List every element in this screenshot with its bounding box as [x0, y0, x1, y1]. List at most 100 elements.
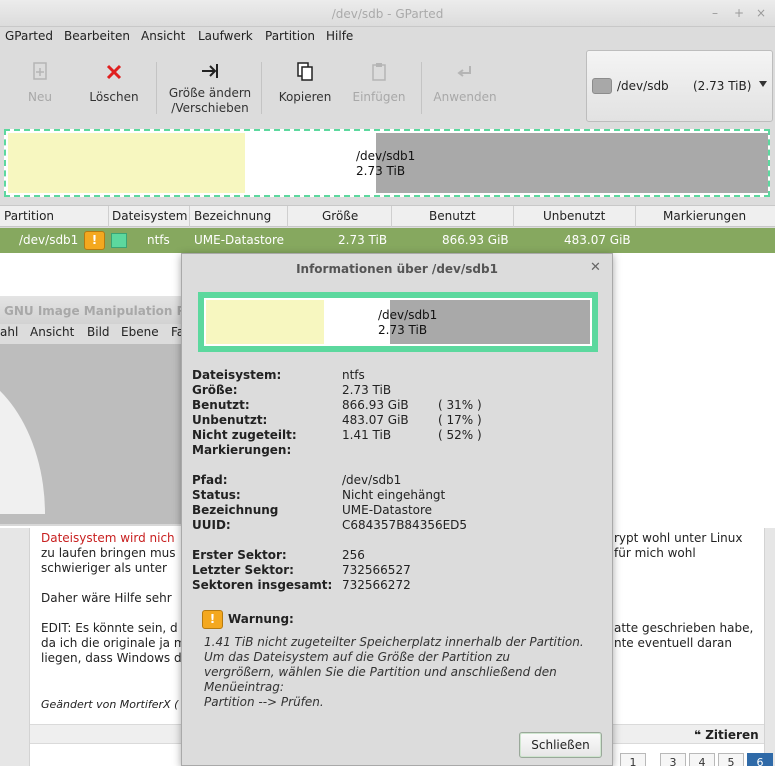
- resize-label-line2: /Verschieben: [171, 101, 249, 115]
- forum-left-margin: [0, 528, 30, 766]
- col-size[interactable]: Größe: [322, 209, 358, 223]
- new-button[interactable]: Neu: [10, 56, 70, 120]
- minimize-icon[interactable]: –: [712, 6, 718, 20]
- forum-text-line: für mich wohl: [614, 546, 696, 560]
- col-divider: [391, 206, 392, 227]
- maximize-icon[interactable]: +: [734, 6, 744, 20]
- delete-button[interactable]: Löschen: [84, 56, 144, 120]
- close-window-icon[interactable]: ×: [756, 6, 766, 20]
- copy-icon: [272, 62, 338, 84]
- copy-label: Kopieren: [278, 90, 332, 104]
- chevron-down-icon: [759, 81, 767, 87]
- page-link-1[interactable]: 1: [620, 753, 646, 766]
- disk-map-unallocated: [376, 133, 768, 193]
- copy-button[interactable]: Kopieren: [272, 56, 338, 120]
- forum-text-line: rypt wohl unter Linux: [614, 531, 743, 545]
- toolbar-separator: [261, 62, 262, 114]
- gimp-window-title: GNU Image Manipulation P: [0, 296, 200, 324]
- page-link-5[interactable]: 5: [718, 753, 744, 766]
- menu-hilfe[interactable]: Hilfe: [326, 29, 353, 43]
- device-selector[interactable]: /dev/sdb (2.73 TiB): [586, 50, 773, 122]
- forum-text-line: da ich die originale ja m: [41, 636, 186, 650]
- quote-button[interactable]: ❝ Zitieren: [694, 728, 759, 742]
- col-partition[interactable]: Partition: [4, 209, 54, 223]
- paste-button[interactable]: Einfügen: [346, 56, 412, 120]
- forum-text-line: atte geschrieben habe,: [614, 621, 754, 635]
- dialog-map-size: 2.73 TiB: [378, 323, 428, 337]
- col-unused[interactable]: Unbenutzt: [543, 209, 605, 223]
- warning-title: Warnung:: [228, 612, 294, 626]
- gimp-menu-ebene[interactable]: Ebene: [121, 325, 159, 339]
- disk-map-size: 2.73 TiB: [356, 164, 406, 178]
- col-divider: [513, 206, 514, 227]
- col-used[interactable]: Benutzt: [429, 209, 476, 223]
- resize-label-line1: Größe ändern: [168, 86, 252, 100]
- paste-label: Einfügen: [352, 90, 406, 104]
- gimp-window[interactable]: GNU Image Manipulation P ahl Ansicht Bil…: [0, 296, 200, 526]
- menu-bearbeiten[interactable]: Bearbeiten: [64, 29, 130, 43]
- menu-bar: GParted Bearbeiten Ansicht Laufwerk Part…: [0, 27, 775, 48]
- close-icon[interactable]: ✕: [590, 260, 601, 275]
- warning-text: 1.41 TiB nicht zugeteilter Speicherplatz…: [204, 635, 584, 709]
- disk-map-used: [8, 133, 245, 193]
- partition-info-dialog: Informationen über /dev/sdb1 ✕ /dev/sdb1…: [181, 253, 613, 766]
- gimp-canvas[interactable]: [0, 344, 200, 524]
- filesystem-color-swatch: [111, 233, 127, 248]
- gimp-menu-bild[interactable]: Bild: [87, 325, 110, 339]
- dialog-partition-map: /dev/sdb1 2.73 TiB: [198, 292, 598, 352]
- row-partition: /dev/sdb1: [19, 233, 79, 247]
- page-link-6[interactable]: 6: [747, 753, 773, 766]
- page-link-4[interactable]: 4: [689, 753, 715, 766]
- window-title: /dev/sdb - GParted: [331, 7, 444, 21]
- apply-label: Anwenden: [433, 90, 497, 104]
- disk-map-label: /dev/sdb1 2.73 TiB: [356, 149, 415, 179]
- disk-icon: [592, 78, 612, 94]
- forum-text-line: schwieriger als unter: [41, 561, 167, 575]
- disk-map-partition: /dev/sdb1: [356, 149, 416, 163]
- warning-icon: !: [202, 610, 223, 629]
- col-divider: [108, 206, 109, 227]
- forum-text-line: liegen, dass Windows d: [41, 651, 182, 665]
- device-name: /dev/sdb: [617, 79, 669, 93]
- col-divider: [189, 206, 190, 227]
- menu-partition[interactable]: Partition: [265, 29, 315, 43]
- row-used: 866.93 GiB: [442, 233, 509, 247]
- gimp-menu-item[interactable]: ahl: [0, 325, 18, 339]
- gimp-menu-ansicht[interactable]: Ansicht: [30, 325, 74, 339]
- col-filesystem[interactable]: Dateisystem: [112, 209, 187, 223]
- gimp-logo-shape: [0, 364, 45, 514]
- menu-gparted[interactable]: GParted: [5, 29, 53, 43]
- row-filesystem: ntfs: [147, 233, 170, 247]
- close-button[interactable]: Schließen: [519, 732, 602, 758]
- new-label: Neu: [28, 90, 52, 104]
- apply-icon: [430, 62, 500, 84]
- dialog-map-partition: /dev/sdb1: [378, 308, 438, 322]
- row-label: UME-Datastore: [194, 233, 285, 247]
- table-row[interactable]: /dev/sdb1 ! ntfs UME-Datastore 2.73 TiB …: [0, 228, 775, 253]
- dialog-title: Informationen über /dev/sdb1: [296, 262, 498, 276]
- resize-move-button[interactable]: Größe ändern /Verschieben: [164, 56, 256, 120]
- menu-ansicht[interactable]: Ansicht: [141, 29, 185, 43]
- toolbar-separator: [156, 62, 157, 114]
- forum-text-line: EDIT: Es könnte sein, d: [41, 621, 178, 635]
- col-flags[interactable]: Markierungen: [663, 209, 746, 223]
- quote-label: Zitieren: [705, 728, 759, 742]
- forum-text-line: zu laufen bringen mus: [41, 546, 176, 560]
- new-icon: [10, 62, 70, 84]
- dialog-map-used: [206, 300, 324, 344]
- row-size: 2.73 TiB: [338, 233, 388, 247]
- col-label[interactable]: Bezeichnung: [194, 209, 271, 223]
- apply-button[interactable]: Anwenden: [430, 56, 500, 120]
- window-titlebar: /dev/sdb - GParted – + ×: [0, 0, 775, 27]
- forum-scrollbar[interactable]: [764, 528, 775, 766]
- delete-label: Löschen: [89, 90, 139, 104]
- resize-icon: [164, 62, 256, 84]
- col-divider: [635, 206, 636, 227]
- page-link-3[interactable]: 3: [660, 753, 686, 766]
- disk-map[interactable]: /dev/sdb1 2.73 TiB: [4, 129, 770, 197]
- menu-laufwerk[interactable]: Laufwerk: [198, 29, 253, 43]
- col-divider: [287, 206, 288, 227]
- forum-text-line: Daher wäre Hilfe sehr: [41, 591, 172, 605]
- warning-icon: !: [84, 231, 105, 250]
- forum-edit-signature: Geändert von MortiferX (: [41, 698, 179, 711]
